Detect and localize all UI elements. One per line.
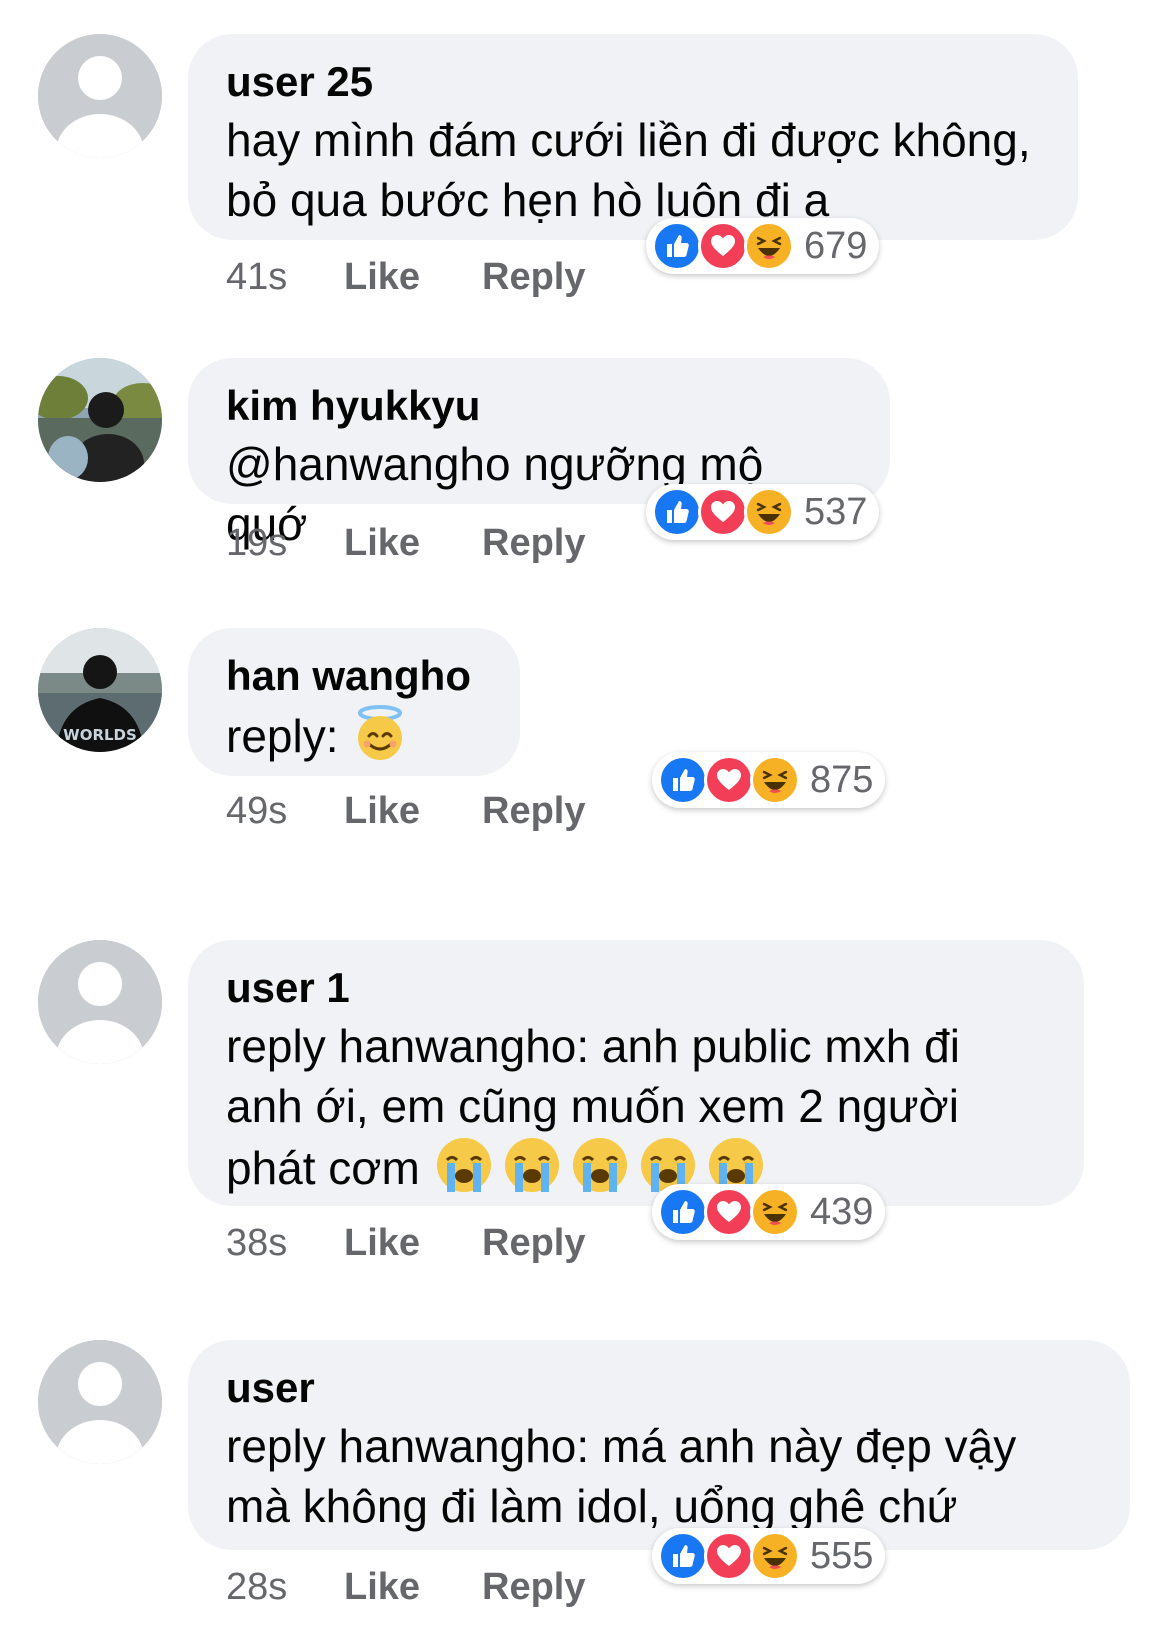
like-icon [652, 221, 702, 271]
reaction-count: 875 [810, 758, 874, 801]
reply-button[interactable]: Reply [482, 522, 585, 565]
crying-face-emoji-icon [501, 1136, 563, 1208]
avatar[interactable] [38, 940, 162, 1064]
comment-bubble: kim hyukkyu @hanwangho ngưỡng mộ quớ [188, 358, 890, 550]
reply-button[interactable]: Reply [482, 790, 585, 833]
haha-icon [750, 1187, 800, 1237]
reaction-count: 439 [810, 1190, 874, 1233]
comment-time[interactable]: 38s [226, 1222, 344, 1265]
like-icon [658, 755, 708, 805]
like-button[interactable]: Like [344, 790, 482, 833]
comment-author[interactable]: user 1 [226, 964, 1044, 1012]
comment-text: reply hanwangho: anh public mxh đi anh ớ… [226, 1016, 1044, 1208]
comment-text-body: reply: [226, 710, 352, 763]
like-button[interactable]: Like [344, 1222, 482, 1265]
default-avatar-icon [38, 940, 162, 1064]
reaction-summary[interactable]: 875 [652, 752, 886, 808]
comment-actions: 38s Like Reply [226, 1222, 585, 1265]
love-icon [698, 221, 748, 271]
comment-bubble: user 25 hay mình đám cưới liền đi được k… [188, 34, 1078, 240]
reaction-summary[interactable]: 555 [652, 1528, 886, 1584]
reply-button[interactable]: Reply [482, 1222, 585, 1265]
default-avatar-icon [38, 34, 162, 158]
haha-icon [744, 221, 794, 271]
avatar[interactable]: WORLDS [38, 628, 162, 752]
comment-bubble: user reply hanwangho: má anh này đẹp vậy… [188, 1340, 1130, 1550]
haha-icon [750, 755, 800, 805]
love-icon [704, 1531, 754, 1581]
comment-time[interactable]: 49s [226, 790, 344, 833]
avatar[interactable] [38, 34, 162, 158]
comment-actions: 49s Like Reply [226, 790, 585, 833]
like-button[interactable]: Like [344, 256, 482, 299]
comment-bubble: user 1 reply hanwangho: anh public mxh đ… [188, 940, 1084, 1206]
profile-photo-icon [38, 358, 162, 482]
avatar[interactable] [38, 358, 162, 482]
comment-actions: 41s Like Reply [226, 256, 585, 299]
like-button[interactable]: Like [344, 522, 482, 565]
reply-button[interactable]: Reply [482, 1566, 585, 1609]
haha-icon [744, 487, 794, 537]
smiling-halo-emoji-icon [351, 704, 409, 776]
love-icon [704, 755, 754, 805]
comment-text: reply hanwangho: má anh này đẹp vậy mà k… [226, 1420, 1017, 1532]
reaction-summary[interactable]: 537 [646, 484, 880, 540]
comment-text: reply: [226, 704, 480, 776]
like-button[interactable]: Like [344, 1566, 482, 1609]
crying-face-emoji-icon [433, 1136, 495, 1208]
svg-text:WORLDS: WORLDS [63, 726, 137, 744]
like-icon [658, 1531, 708, 1581]
profile-photo-icon: WORLDS [38, 628, 162, 752]
reaction-summary[interactable]: 439 [652, 1184, 886, 1240]
comment-actions: 19s Like Reply [226, 522, 585, 565]
comment-author[interactable]: han wangho [226, 652, 480, 700]
reaction-count: 537 [804, 490, 868, 533]
comment-time[interactable]: 41s [226, 256, 344, 299]
comment-author[interactable]: kim hyukkyu [226, 382, 850, 430]
like-icon [658, 1187, 708, 1237]
comment-author[interactable]: user [226, 1364, 1090, 1412]
reply-button[interactable]: Reply [482, 256, 585, 299]
comment-actions: 28s Like Reply [226, 1566, 585, 1609]
reaction-summary[interactable]: 679 [646, 218, 880, 274]
comment-time[interactable]: 19s [226, 522, 344, 565]
comment-time[interactable]: 28s [226, 1566, 344, 1609]
reaction-count: 679 [804, 224, 868, 267]
comment-text: hay mình đám cưới liền đi được không, bỏ… [226, 114, 1031, 226]
crying-face-emoji-icon [569, 1136, 631, 1208]
like-icon [652, 487, 702, 537]
love-icon [704, 1187, 754, 1237]
comment-bubble: han wangho reply: [188, 628, 520, 776]
haha-icon [750, 1531, 800, 1581]
avatar[interactable] [38, 1340, 162, 1464]
love-icon [698, 487, 748, 537]
reaction-count: 555 [810, 1534, 874, 1577]
comment-author[interactable]: user 25 [226, 58, 1038, 106]
default-avatar-icon [38, 1340, 162, 1464]
